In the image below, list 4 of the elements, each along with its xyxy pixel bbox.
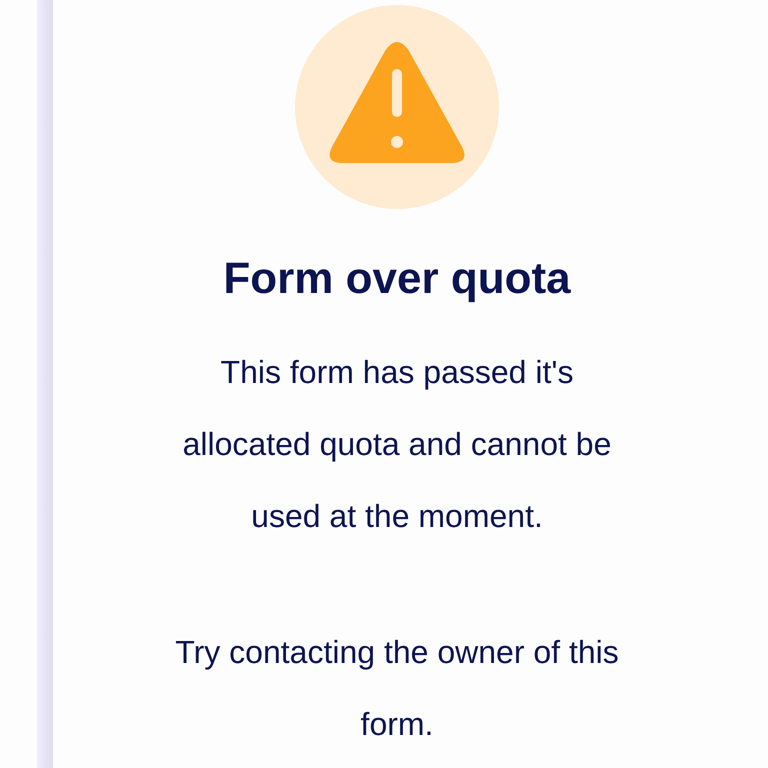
warning-icon <box>295 5 499 209</box>
message-paragraph: Try contacting the owner of this form. <box>174 633 620 744</box>
message-paragraph: This form has passed it's allocated quota and cannot be used at the moment. <box>182 353 612 536</box>
error-title: Form over quota <box>223 253 571 305</box>
